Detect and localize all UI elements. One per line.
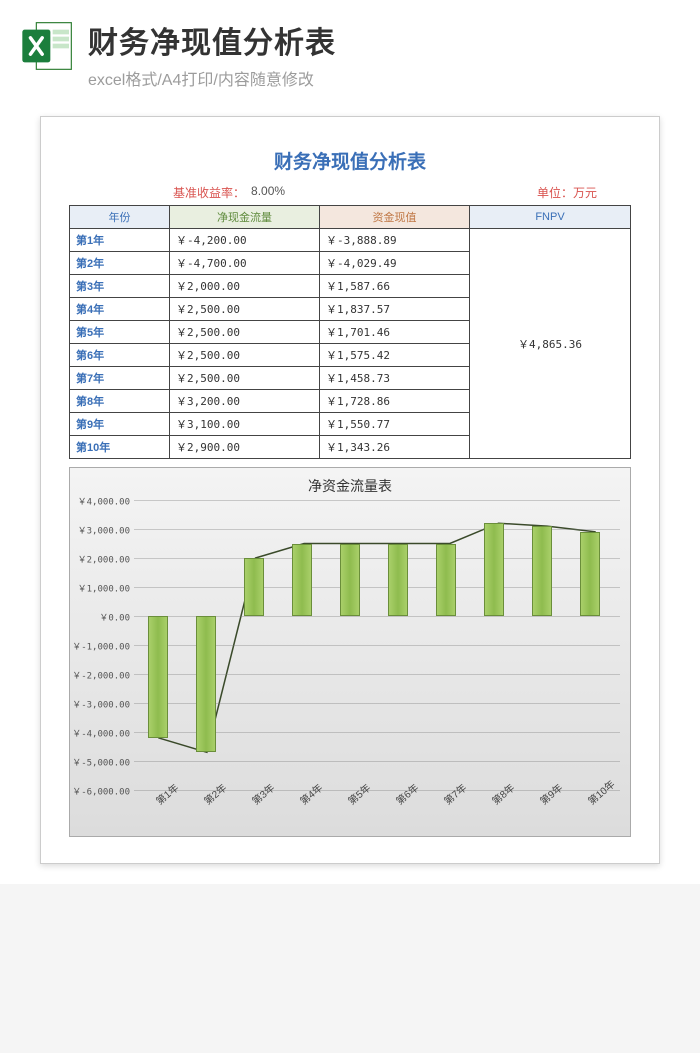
template-title: 财务净现值分析表 <box>88 18 680 62</box>
col-header-year: 年份 <box>70 206 170 229</box>
chart-y-tick-label: ￥-4,000.00 <box>72 727 134 740</box>
cell-cashflow: ￥2,500.00 <box>170 298 320 321</box>
cell-fnpv: ￥4,865.36 <box>470 229 631 459</box>
cell-pv: ￥1,728.86 <box>320 390 470 413</box>
rate-value: 8.00% <box>251 184 285 201</box>
chart-bar <box>196 616 216 752</box>
chart-y-tick-label: ￥4,000.00 <box>78 495 134 508</box>
cell-pv: ￥1,837.57 <box>320 298 470 321</box>
cell-year: 第4年 <box>70 298 170 321</box>
cell-year: 第3年 <box>70 275 170 298</box>
cell-cashflow: ￥2,900.00 <box>170 436 320 459</box>
cell-pv: ￥1,701.46 <box>320 321 470 344</box>
cell-cashflow: ￥3,100.00 <box>170 413 320 436</box>
chart-y-tick-label: ￥-1,000.00 <box>72 640 134 653</box>
chart-y-tick-label: ￥0.00 <box>99 611 134 624</box>
chart-bar <box>244 558 264 616</box>
chart-y-tick-label: ￥-5,000.00 <box>72 756 134 769</box>
cell-pv: ￥-3,888.89 <box>320 229 470 252</box>
meta-row: 基准收益率： 8.00% 单位：万元 <box>69 184 631 201</box>
chart-y-tick-label: ￥-3,000.00 <box>72 698 134 711</box>
cell-pv: ￥1,458.73 <box>320 367 470 390</box>
doc-title: 财务净现值分析表 <box>69 147 631 174</box>
cell-cashflow: ￥-4,700.00 <box>170 252 320 275</box>
chart-bar <box>532 526 552 616</box>
cell-cashflow: ￥-4,200.00 <box>170 229 320 252</box>
chart-y-tick-label: ￥3,000.00 <box>78 524 134 537</box>
cell-year: 第2年 <box>70 252 170 275</box>
chart-bar <box>292 544 312 617</box>
npv-table: 年份 净现金流量 资金现值 FNPV 第1年￥-4,200.00￥-3,888.… <box>69 205 631 459</box>
chart-x-axis: 第1年第2年第3年第4年第5年第6年第7年第8年第9年第10年 <box>134 790 620 840</box>
chart-bar <box>148 616 168 738</box>
chart-gridline: ￥4,000.00 <box>134 500 620 501</box>
cell-pv: ￥1,550.77 <box>320 413 470 436</box>
col-header-cashflow: 净现金流量 <box>170 206 320 229</box>
chart-plot-area: ￥4,000.00￥3,000.00￥2,000.00￥1,000.00￥0.0… <box>134 500 620 790</box>
chart-bar <box>340 544 360 617</box>
chart-y-tick-label: ￥1,000.00 <box>78 582 134 595</box>
cell-cashflow: ￥2,500.00 <box>170 344 320 367</box>
template-header: 财务净现值分析表 excel格式/A4打印/内容随意修改 <box>0 0 700 98</box>
chart-y-tick-label: ￥2,000.00 <box>78 553 134 566</box>
cell-pv: ￥1,575.42 <box>320 344 470 367</box>
document-page: 财务净现值分析表 基准收益率： 8.00% 单位：万元 年份 净现金流量 资金现… <box>40 116 660 864</box>
cell-cashflow: ￥2,000.00 <box>170 275 320 298</box>
cell-cashflow: ￥2,500.00 <box>170 367 320 390</box>
cell-year: 第5年 <box>70 321 170 344</box>
chart-bar <box>580 532 600 616</box>
cell-year: 第6年 <box>70 344 170 367</box>
cell-year: 第10年 <box>70 436 170 459</box>
chart-gridline: ￥-5,000.00 <box>134 761 620 762</box>
cell-year: 第1年 <box>70 229 170 252</box>
chart-bar <box>388 544 408 617</box>
excel-file-icon <box>20 18 76 74</box>
chart-y-tick-label: ￥-6,000.00 <box>72 785 134 798</box>
cell-year: 第9年 <box>70 413 170 436</box>
chart-y-tick-label: ￥-2,000.00 <box>72 669 134 682</box>
cell-year: 第8年 <box>70 390 170 413</box>
cell-pv: ￥1,587.66 <box>320 275 470 298</box>
col-header-pv: 资金现值 <box>320 206 470 229</box>
chart-title: 净资金流量表 <box>74 476 626 496</box>
table-header-row: 年份 净现金流量 资金现值 FNPV <box>70 206 631 229</box>
chart-container: 净资金流量表 ￥4,000.00￥3,000.00￥2,000.00￥1,000… <box>69 467 631 837</box>
cell-cashflow: ￥2,500.00 <box>170 321 320 344</box>
cell-pv: ￥-4,029.49 <box>320 252 470 275</box>
rate-label: 基准收益率： <box>173 184 245 201</box>
col-header-fnpv: FNPV <box>470 206 631 229</box>
table-row: 第1年￥-4,200.00￥-3,888.89￥4,865.36 <box>70 229 631 252</box>
cell-pv: ￥1,343.26 <box>320 436 470 459</box>
cell-year: 第7年 <box>70 367 170 390</box>
unit-label: 单位：万元 <box>537 184 597 201</box>
cell-cashflow: ￥3,200.00 <box>170 390 320 413</box>
chart-bar <box>436 544 456 617</box>
chart-bar <box>484 523 504 616</box>
template-subtitle: excel格式/A4打印/内容随意修改 <box>88 66 680 90</box>
